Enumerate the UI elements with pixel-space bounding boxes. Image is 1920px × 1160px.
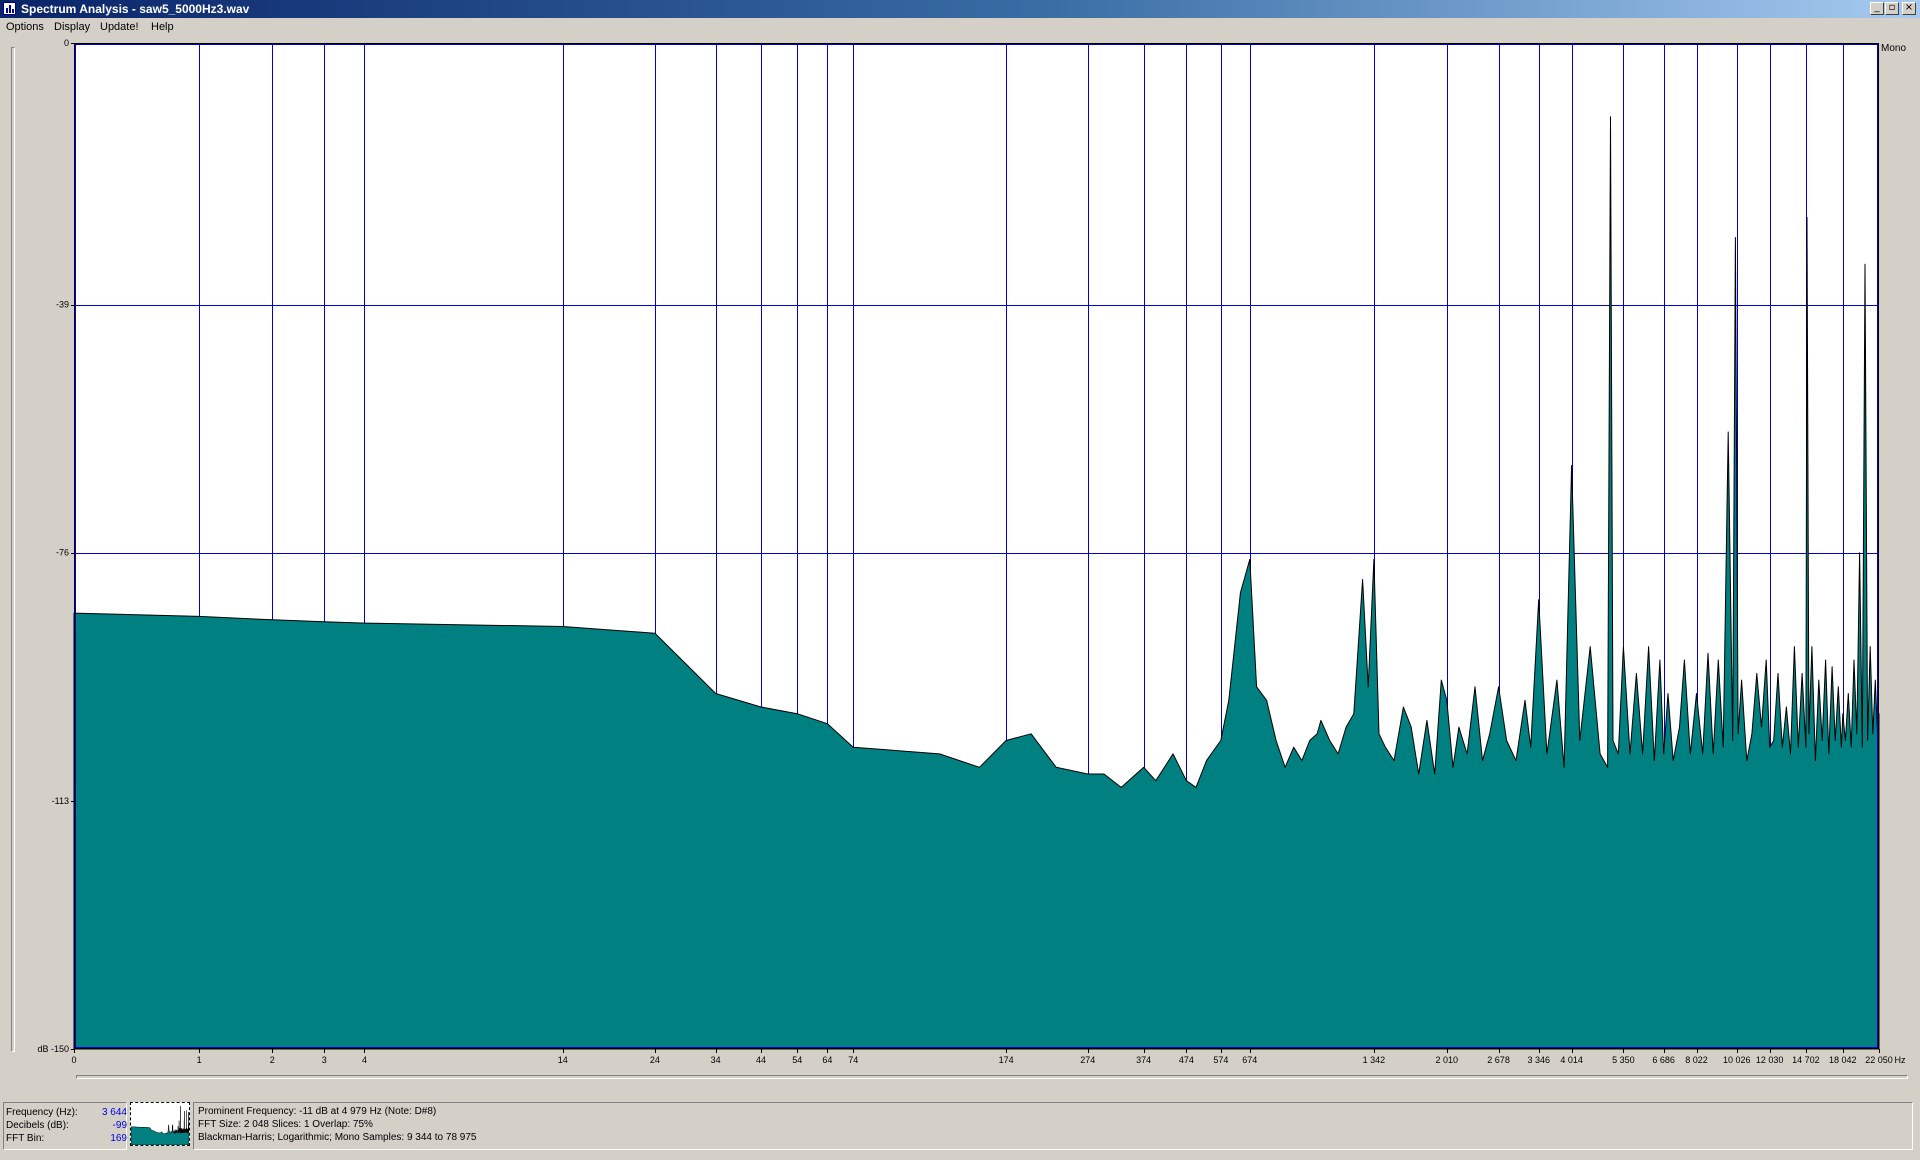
x-tick-label: 2 010 <box>1436 1055 1459 1065</box>
fft-settings-text: FFT Size: 2 048 Slices: 1 Overlap: 75% <box>198 1119 373 1130</box>
frequency-row: Frequency (Hz): 3 644 <box>6 1107 128 1120</box>
x-tick-label: 274 <box>1080 1055 1095 1065</box>
decibels-value: -99 <box>112 1120 127 1131</box>
minimize-icon[interactable]: _ <box>1870 2 1884 15</box>
x-tick-label: 2 678 <box>1487 1055 1510 1065</box>
x-tick-label: 54 <box>792 1055 802 1065</box>
channel-label: Mono <box>1881 43 1907 54</box>
x-unit-label: Hz <box>1895 1055 1906 1065</box>
x-tick-label: 24 <box>650 1055 660 1065</box>
x-tick-label: 34 <box>711 1055 721 1065</box>
x-tick-label: 0 <box>71 1055 76 1065</box>
x-tick-label: 4 014 <box>1560 1055 1583 1065</box>
menu-display[interactable]: Display <box>54 21 90 33</box>
y-tick-label: -39 <box>56 300 69 310</box>
x-tick-label: 474 <box>1179 1055 1194 1065</box>
menu-options[interactable]: Options <box>6 21 44 33</box>
horizontal-scrollbar[interactable] <box>76 1075 1908 1079</box>
x-tick-label: 22 050 <box>1865 1055 1893 1065</box>
menu-update[interactable]: Update! <box>100 21 139 33</box>
menu-bar: Options Display Update! Help <box>0 18 1920 37</box>
x-tick-label: 374 <box>1136 1055 1151 1065</box>
x-tick-label: 3 346 <box>1527 1055 1550 1065</box>
x-tick-label: 18 042 <box>1829 1055 1857 1065</box>
window-settings-text: Blackman-Harris; Logarithmic; Mono Sampl… <box>198 1132 477 1143</box>
y-tick-label: -113 <box>52 796 69 806</box>
fft-bin-value: 169 <box>110 1133 127 1144</box>
frequency-label: Frequency (Hz): <box>6 1107 78 1118</box>
y-tick-label: 0 <box>64 38 69 48</box>
x-tick-label: 6 686 <box>1652 1055 1675 1065</box>
x-tick-label: 44 <box>756 1055 766 1065</box>
x-tick-label: 2 <box>270 1055 275 1065</box>
menu-help[interactable]: Help <box>151 21 174 33</box>
y-tick-label: -76 <box>56 548 69 558</box>
prominent-frequency-text: Prominent Frequency: -11 dB at 4 979 Hz … <box>198 1106 437 1117</box>
fft-bin-row: FFT Bin: 169 <box>6 1133 128 1146</box>
x-tick-label: 10 026 <box>1723 1055 1751 1065</box>
x-tick-label: 174 <box>999 1055 1014 1065</box>
x-tick-label: 674 <box>1242 1055 1257 1065</box>
x-tick-label: 14 <box>558 1055 568 1065</box>
preview-graph <box>131 1106 189 1145</box>
fft-bin-label: FFT Bin: <box>6 1133 45 1144</box>
x-tick-label: 74 <box>848 1055 858 1065</box>
y-tick-label: dB -150 <box>37 1044 69 1054</box>
x-tick-label: 64 <box>822 1055 832 1065</box>
x-tick-label: 5 350 <box>1612 1055 1635 1065</box>
spectrum-preview-thumbnail[interactable] <box>130 1102 190 1146</box>
cursor-readout: Frequency (Hz): 3 644 Decibels (dB): -99… <box>3 1102 127 1150</box>
x-tick-label: 12 030 <box>1756 1055 1784 1065</box>
spectrum-chart[interactable]: 0-39-76-113dB -1500 1 2 3 4 14 24 34 44 54 64 74 174… <box>0 37 1920 1077</box>
decibels-label: Decibels (dB): <box>6 1120 69 1131</box>
frequency-value: 3 644 <box>101 1107 127 1118</box>
decibels-row: Decibels (dB): -99 <box>6 1120 128 1133</box>
x-tick-label: 4 <box>362 1055 367 1065</box>
x-tick-label: 1 <box>197 1055 202 1065</box>
preview-area <box>131 1106 189 1145</box>
restore-icon[interactable]: ▫ <box>1885 2 1899 15</box>
spectrum-app-icon <box>3 2 16 15</box>
x-tick-label: 8 022 <box>1685 1055 1708 1065</box>
x-tick-label: 574 <box>1213 1055 1228 1065</box>
title-bar: Spectrum Analysis - saw5_5000Hz3.wav _ ▫… <box>0 0 1920 18</box>
window-title: Spectrum Analysis - saw5_5000Hz3.wav <box>21 2 250 16</box>
x-tick-label: 3 <box>322 1055 327 1065</box>
x-tick-label: 1 342 <box>1363 1055 1386 1065</box>
x-tick-label: 14 702 <box>1792 1055 1820 1065</box>
close-icon[interactable]: × <box>1902 2 1916 15</box>
info-panel: Prominent Frequency: -11 dB at 4 979 Hz … <box>193 1102 1913 1150</box>
